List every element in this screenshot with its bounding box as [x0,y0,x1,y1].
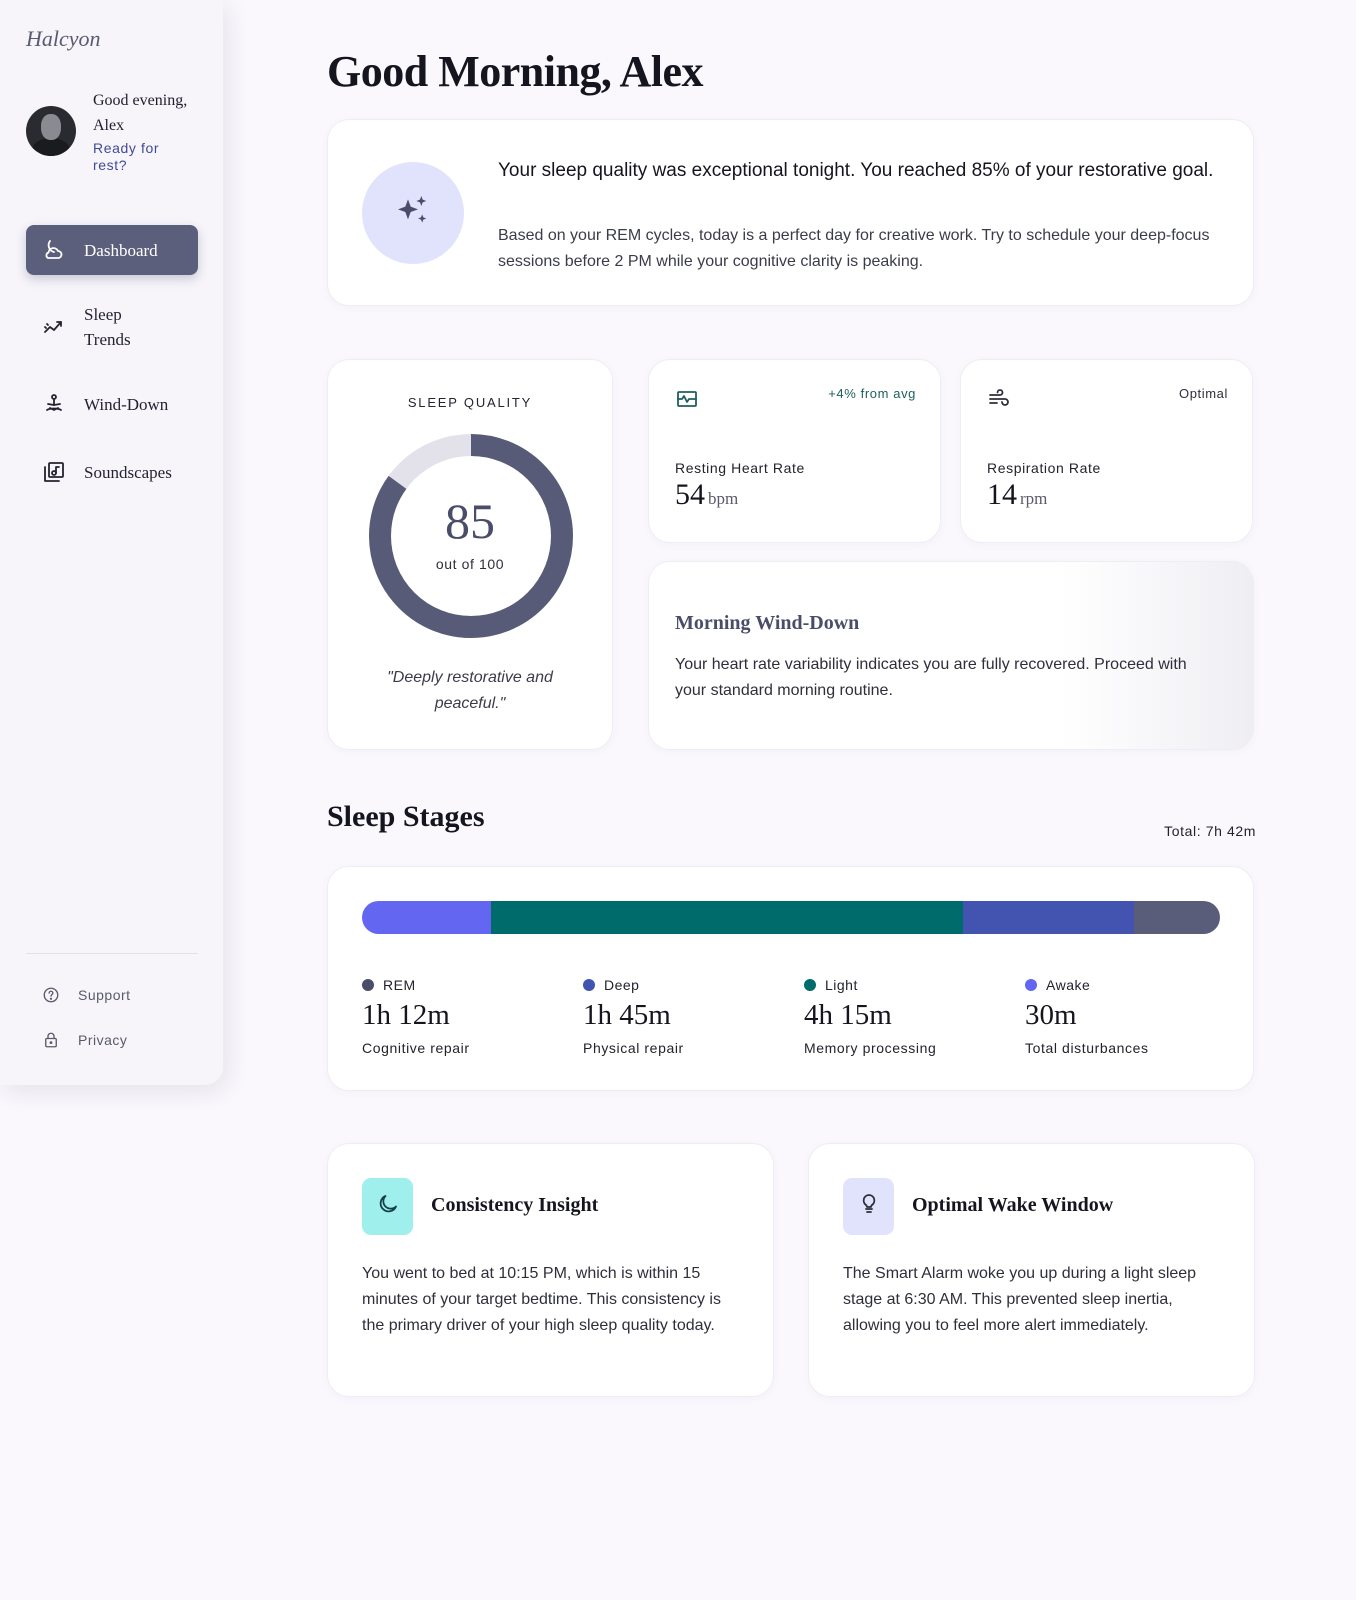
sleep-quality-card: SLEEP QUALITY 85 out of 100 "Deeply rest… [327,359,613,750]
respiration-unit: rpm [1020,489,1048,508]
heart-monitor-icon [675,387,699,411]
sleep-quality-score: 85 [445,493,495,549]
brand-logo[interactable]: Halcyon [26,26,101,52]
respiration-label: Respiration Rate [987,460,1101,476]
consistency-insight-card: Consistency Insight You went to bed at 1… [327,1143,774,1397]
sparkles-badge [362,162,464,264]
summary-headline: Your sleep quality was exceptional tonig… [498,160,1214,181]
stage-name: REM [383,977,416,993]
stage-name: Light [825,977,858,993]
music-library-icon [42,460,66,484]
heart-rate-value: 54 bpm [675,478,738,512]
stage-awake: Awake 30m Total disturbances [1025,977,1225,1056]
page-title: Good Morning, Alex [327,47,704,96]
wake-window-card: Optimal Wake Window The Smart Alarm woke… [808,1143,1255,1397]
sleep-stages-card: REM 1h 12m Cognitive repair Deep 1h 45m … [327,866,1254,1091]
respiration-number: 14 [987,478,1017,511]
support-label: Support [78,987,131,1003]
greeting-text: Good evening, Alex [93,92,188,134]
sleep-summary-card: Your sleep quality was exceptional tonig… [327,119,1254,306]
wake-window-title: Optimal Wake Window [912,1194,1114,1216]
moon-icon [376,1192,400,1221]
heart-rate-unit: bpm [708,489,739,508]
wind-icon [987,387,1011,411]
sidebar: Halcyon Good evening, Alex Ready for res… [0,0,223,1085]
wake-window-body: The Smart Alarm woke you up during a lig… [843,1265,1197,1334]
stage-duration: 1h 12m [362,999,450,1031]
stage-dot [1025,979,1037,991]
respiration-value: 14 rpm [987,478,1047,512]
greeting-subtitle: Ready for rest? [93,140,160,173]
stage-description: Physical repair [583,1040,684,1056]
sidebar-item-wind-down[interactable]: Wind-Down [26,379,198,429]
support-link[interactable]: Support [42,986,192,1004]
moon-cloud-icon [42,238,66,262]
privacy-link[interactable]: Privacy [42,1031,192,1049]
sleep-stages-total: Total: 7h 42m [1164,823,1256,839]
stage-light: Light 4h 15m Memory processing [804,977,1004,1056]
sparkles-icon [393,191,433,236]
sleep-stages-bar [362,901,1220,934]
lightbulb-icon [857,1192,881,1221]
lock-icon [42,1031,60,1049]
sidebar-item-sleep-trends[interactable]: Sleep Trends [26,293,198,361]
stage-bar-segment [490,901,963,934]
stage-description: Cognitive repair [362,1040,470,1056]
trend-chart-icon [42,315,66,339]
privacy-label: Privacy [78,1032,128,1048]
stage-duration: 4h 15m [804,999,892,1031]
sidebar-divider [26,953,198,954]
sidebar-nav: Dashboard Sleep Trends Wind-Down Soundsc… [26,225,198,497]
stage-description: Memory processing [804,1040,937,1056]
sleep-quality-quote: "Deeply restorative and peaceful." [387,669,553,712]
wind-down-title: Morning Wind-Down [675,612,860,634]
wind-down-card[interactable]: Morning Wind-Down Your heart rate variab… [648,561,1254,750]
stage-deep: Deep 1h 45m Physical repair [583,977,783,1056]
wind-down-body: Your heart rate variability indicates yo… [675,656,1187,699]
consistency-insight-title: Consistency Insight [431,1194,599,1216]
respiration-badge: Optimal [1179,386,1228,401]
summary-body: Based on your REM cycles, today is a per… [498,227,1210,270]
heart-rate-card: +4% from avg Resting Heart Rate 54 bpm [648,359,941,543]
sidebar-item-label: Sleep Trends [84,305,131,349]
stage-duration: 30m [1025,999,1077,1031]
stage-description: Total disturbances [1025,1040,1149,1056]
help-circle-icon [42,986,60,1004]
consistency-insight-body: You went to bed at 10:15 PM, which is wi… [362,1265,721,1334]
sidebar-item-soundscapes[interactable]: Soundscapes [26,447,198,497]
sleep-quality-scale: out of 100 [435,556,505,572]
heart-rate-label: Resting Heart Rate [675,460,805,476]
moon-icon-badge [362,1178,413,1235]
sleep-quality-label: SLEEP QUALITY [407,395,533,410]
stage-bar-segment [1134,901,1220,934]
meditation-icon [42,392,66,416]
respiration-rate-card: Optimal Respiration Rate 14 rpm [960,359,1253,543]
stage-dot [583,979,595,991]
stage-name: Awake [1046,977,1091,993]
stage-bar-segment [962,901,1135,934]
stage-dot [362,979,374,991]
sidebar-item-dashboard[interactable]: Dashboard [26,225,198,275]
stage-bar-segment [362,901,491,934]
sidebar-item-label: Soundscapes [84,462,172,482]
sidebar-item-label: Dashboard [84,240,158,260]
heart-rate-number: 54 [675,478,705,511]
stage-duration: 1h 45m [583,999,671,1031]
stage-rem: REM 1h 12m Cognitive repair [362,977,562,1056]
sleep-stages-title: Sleep Stages [327,800,485,833]
avatar[interactable] [26,106,76,156]
stage-dot [804,979,816,991]
lightbulb-icon-badge [843,1178,894,1235]
sidebar-item-label: Wind-Down [84,394,169,414]
heart-rate-badge: +4% from avg [828,386,916,401]
stage-name: Deep [604,977,640,993]
